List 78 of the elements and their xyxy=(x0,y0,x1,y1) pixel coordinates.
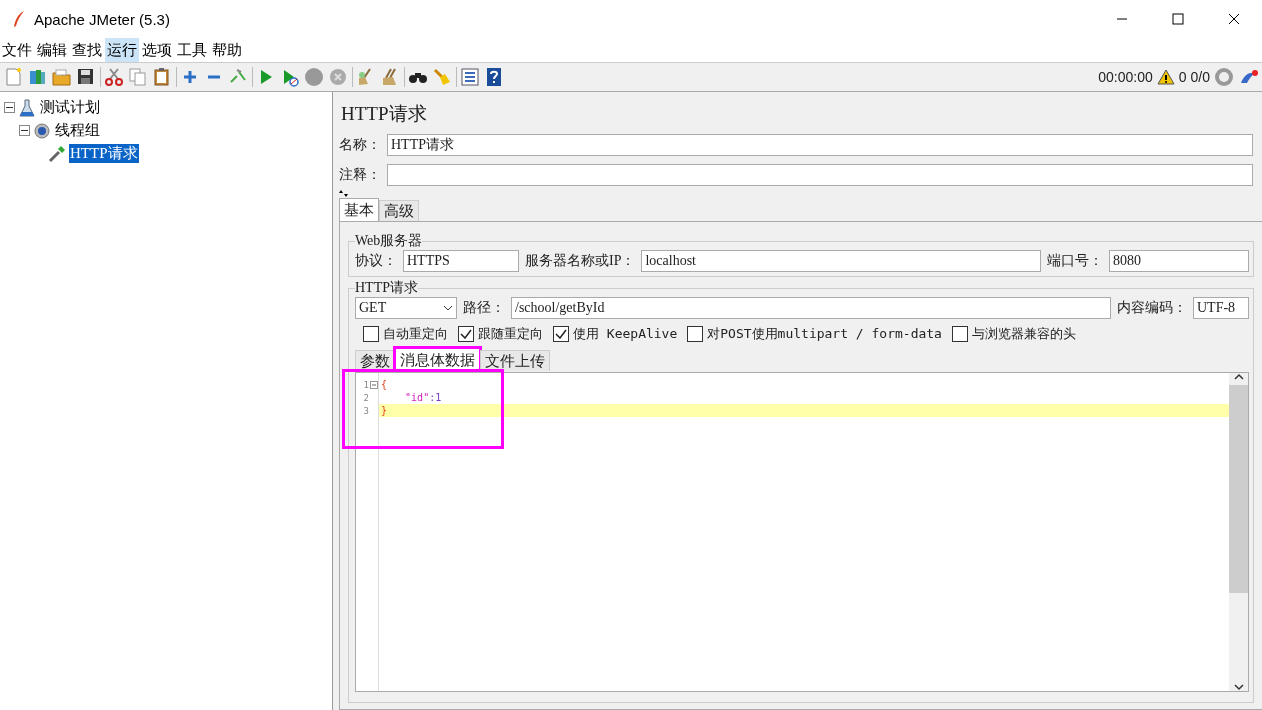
code-line: } xyxy=(381,405,388,416)
line-number: 3 xyxy=(363,405,369,416)
menu-item[interactable]: 帮助 xyxy=(210,38,244,62)
chevron-up-icon[interactable] xyxy=(1233,373,1244,381)
flask-icon xyxy=(18,98,36,117)
code-line: { xyxy=(381,379,388,390)
comment-label: 注释： xyxy=(339,166,381,184)
warning-icon[interactable] xyxy=(1156,69,1175,85)
comment-field[interactable] xyxy=(387,164,1253,186)
vertical-scrollbar[interactable] xyxy=(1229,373,1248,691)
path-field[interactable]: /school/getById xyxy=(511,297,1111,319)
line-number: 1 xyxy=(363,379,369,390)
checkbox[interactable] xyxy=(458,326,474,342)
menu-item[interactable]: 运行 xyxy=(105,38,139,62)
fold-icon[interactable] xyxy=(370,380,378,389)
panel-title: HTTP请求 xyxy=(341,102,428,126)
checkmark-icon xyxy=(555,329,567,339)
server-label: 服务器名称或IP： xyxy=(525,252,636,270)
scrollbar-thumb[interactable] xyxy=(1229,385,1248,593)
checkbox-label: 自动重定向 xyxy=(383,325,448,343)
checkbox[interactable] xyxy=(553,326,569,342)
protocol-label: 协议： xyxy=(355,252,397,270)
tab[interactable]: 文件上传 xyxy=(480,350,550,371)
elapsed-time: 00:00:00 xyxy=(1098,69,1153,85)
collapse-icon[interactable] xyxy=(4,102,15,113)
tab[interactable]: 高级 xyxy=(379,200,419,221)
checkbox-label: 对POST使用multipart / form-data xyxy=(707,325,942,343)
port-label: 端口号： xyxy=(1047,252,1103,270)
line-number: 2 xyxy=(363,392,369,403)
menu-item[interactable]: 选项 xyxy=(140,38,174,62)
thread-count: 0/0 xyxy=(1190,69,1210,85)
close-icon xyxy=(1228,13,1240,25)
encoding-field[interactable]: UTF-8 xyxy=(1193,297,1249,319)
pipette-icon xyxy=(48,144,66,163)
maximize-icon xyxy=(1172,13,1184,25)
list-icon[interactable] xyxy=(460,67,480,87)
menu-item[interactable]: 编辑 xyxy=(35,38,69,62)
tree-item[interactable]: 线程组 xyxy=(54,121,101,140)
port-field[interactable]: 8080 xyxy=(1109,250,1249,272)
checkbox[interactable] xyxy=(363,326,379,342)
stop-icon[interactable] xyxy=(304,67,324,87)
checkbox-label: 跟随重定向 xyxy=(478,325,543,343)
tab[interactable]: 消息体数据 xyxy=(395,348,480,371)
gear-icon xyxy=(33,121,51,140)
chevron-down-icon[interactable] xyxy=(1233,683,1244,691)
name-field[interactable]: HTTP请求 xyxy=(387,134,1253,156)
checkbox-label: 与浏览器兼容的头 xyxy=(971,325,1076,343)
checkbox-label: 使用 KeepAlive xyxy=(573,325,678,343)
protocol-field[interactable]: HTTPS xyxy=(403,250,519,272)
name-label: 名称： xyxy=(339,136,381,154)
save-icon[interactable] xyxy=(76,67,96,87)
menu-item[interactable]: 工具 xyxy=(175,38,209,62)
checkmark-icon xyxy=(460,329,472,339)
tree-item[interactable]: 测试计划 xyxy=(39,98,101,117)
books-icon[interactable] xyxy=(28,67,48,87)
error-count: 0 xyxy=(1178,69,1187,85)
checkbox[interactable] xyxy=(951,326,968,342)
split-arrows-icon[interactable] xyxy=(339,190,351,197)
code-line: "id":1 xyxy=(404,392,442,403)
chevron-down-icon xyxy=(443,305,453,311)
collapse-icon[interactable] xyxy=(19,125,30,136)
path-label: 路径： xyxy=(463,299,505,317)
group-title: Web服务器 xyxy=(355,232,423,250)
feather-icon xyxy=(12,10,26,28)
menu-item[interactable]: 查找 xyxy=(70,38,104,62)
checkbox[interactable] xyxy=(687,326,704,342)
cut-icon[interactable] xyxy=(104,67,124,87)
clipboard-icon[interactable] xyxy=(152,67,172,87)
help-icon[interactable] xyxy=(484,67,504,87)
tab[interactable]: 基本 xyxy=(339,198,379,221)
tree-item[interactable]: HTTP请求 xyxy=(69,144,139,163)
server-field[interactable]: localhost xyxy=(641,250,1041,272)
logo-icon[interactable] xyxy=(1240,69,1258,85)
window-title: Apache JMeter (5.3) xyxy=(34,10,170,28)
encoding-label: 内容编码： xyxy=(1117,299,1187,317)
menu-item[interactable]: 文件 xyxy=(0,38,34,62)
method-dropdown[interactable]: GET xyxy=(355,297,457,319)
group-title: HTTP请求 xyxy=(355,279,418,297)
